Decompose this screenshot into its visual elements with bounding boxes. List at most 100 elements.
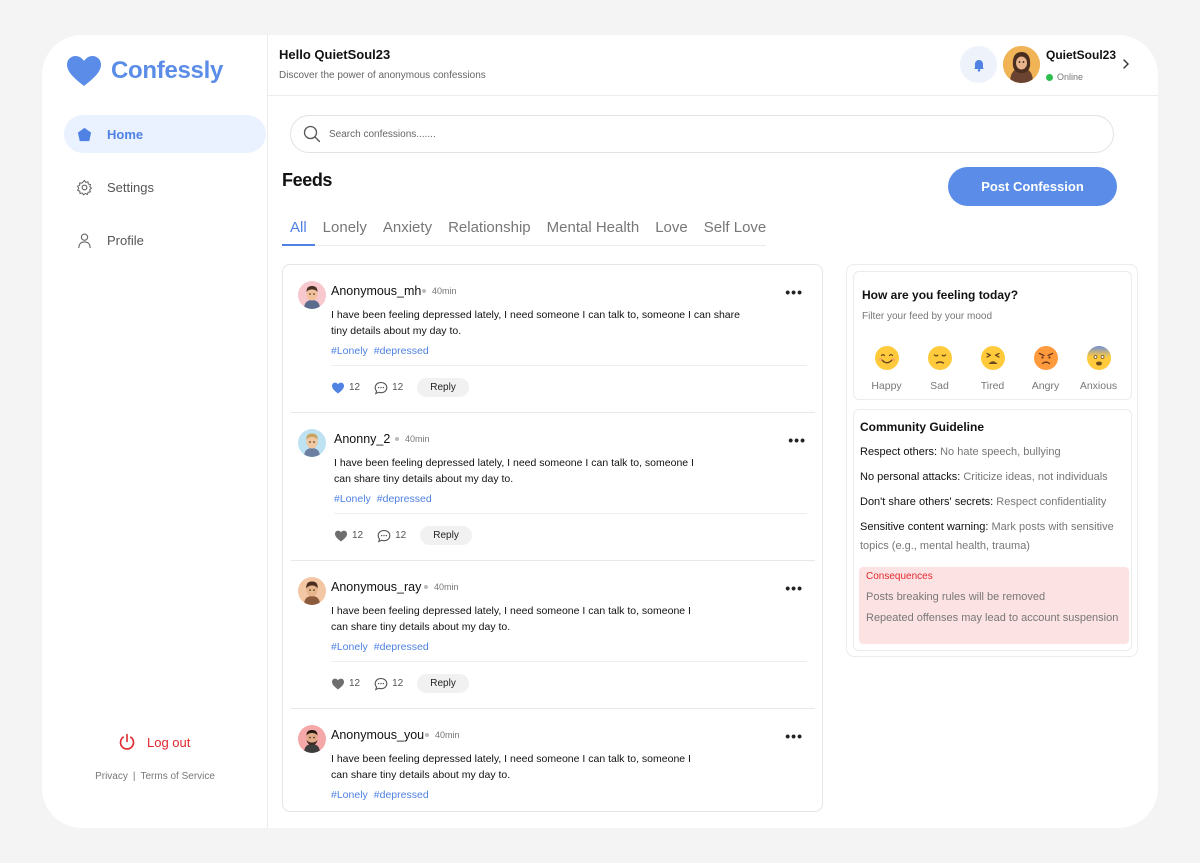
mood-option-happy[interactable]: Happy	[860, 345, 913, 392]
mood-option-sad[interactable]: Sad	[913, 345, 966, 392]
user-status-text: Online	[1057, 72, 1084, 82]
tag-link[interactable]: #Lonely	[331, 641, 368, 653]
more-options-icon[interactable]: •••	[785, 728, 803, 744]
power-icon	[119, 733, 135, 750]
post-text: I have been feeling depressed lately, I …	[331, 605, 691, 633]
brand-logo[interactable]: Confessly	[66, 55, 223, 87]
anxious-emoji-icon	[1086, 346, 1111, 370]
consequences-box: Consequences Posts breaking rules will b…	[859, 567, 1129, 644]
comment-icon[interactable]	[374, 381, 388, 395]
sidebar-item-settings[interactable]: Settings	[64, 168, 266, 206]
tag-link[interactable]: #Lonely	[331, 345, 368, 357]
tag-link[interactable]: #depressed	[377, 493, 432, 505]
tab-love[interactable]: Love	[655, 207, 688, 246]
post-text: I have been feeling depressed lately, I …	[331, 753, 691, 781]
tag-link[interactable]: #Lonely	[334, 493, 371, 505]
post-card: Anonymous_mh 40min ••• I have been feeli…	[291, 265, 815, 413]
category-tabs: All Lonely Anxiety Relationship Mental H…	[282, 207, 766, 246]
post-divider	[331, 365, 807, 366]
chevron-right-icon[interactable]	[1121, 57, 1131, 71]
separator-dot	[395, 437, 399, 441]
top-header: Hello QuietSoul23 Discover the power of …	[268, 35, 1158, 96]
more-options-icon[interactable]: •••	[788, 432, 806, 448]
post-actions: 12 12 Reply	[331, 674, 469, 693]
legal-links: Privacy | Terms of Service	[42, 771, 268, 782]
heart-icon[interactable]	[331, 381, 345, 395]
tab-relationship[interactable]: Relationship	[448, 207, 531, 246]
consequence-item: Posts breaking rules will be removed	[866, 591, 1046, 603]
legal-separator: |	[132, 771, 136, 782]
post-avatar[interactable]	[298, 429, 326, 457]
tag-link[interactable]: #depressed	[374, 641, 429, 653]
reply-button[interactable]: Reply	[420, 526, 472, 545]
logout-button[interactable]: Log out	[118, 733, 190, 751]
sidebar-item-profile[interactable]: Profile	[64, 221, 266, 259]
tag-link[interactable]: #Lonely	[331, 789, 368, 801]
post-avatar[interactable]	[298, 281, 326, 309]
community-guideline-card: Community Guideline Respect others: No h…	[853, 409, 1132, 651]
post-avatar-image	[298, 429, 326, 457]
post-confession-button[interactable]: Post Confession	[948, 167, 1117, 206]
post-divider	[331, 661, 807, 662]
rule-description: Respect confidentiality	[996, 496, 1107, 508]
rule-term: Don't share others' secrets:	[860, 496, 994, 508]
comment-count: 12	[395, 530, 407, 541]
tag-link[interactable]: #depressed	[374, 345, 429, 357]
mood-option-anxious[interactable]: Anxious	[1072, 345, 1125, 392]
heart-icon[interactable]	[331, 677, 345, 691]
search-input[interactable]	[329, 128, 929, 140]
more-options-icon[interactable]: •••	[785, 580, 803, 596]
guideline-rule: Sensitive content warning: Mark posts wi…	[860, 518, 1128, 556]
post-author[interactable]: Anonymous_you	[331, 728, 424, 742]
notification-button[interactable]	[960, 46, 997, 83]
post-text: I have been feeling depressed lately, I …	[334, 457, 694, 485]
privacy-link[interactable]: Privacy	[95, 771, 128, 782]
mood-options: Happy Sad Tired Angry Anxious	[854, 345, 1131, 392]
post-card: Anonymous_you 40min ••• I have been feel…	[291, 709, 815, 811]
post-avatar[interactable]	[298, 725, 326, 753]
happy-emoji-icon	[874, 346, 899, 370]
user-name: QuietSoul23	[1046, 48, 1117, 62]
reply-button[interactable]: Reply	[417, 674, 469, 693]
mood-option-angry[interactable]: Angry	[1019, 345, 1072, 392]
comment-count: 12	[392, 678, 404, 689]
post-avatar[interactable]	[298, 577, 326, 605]
tab-lonely[interactable]: Lonely	[323, 207, 367, 246]
heart-icon[interactable]	[334, 529, 348, 543]
post-tags: #Lonely #depressed	[331, 641, 435, 653]
search-bar[interactable]	[290, 115, 1114, 153]
post-author[interactable]: Anonymous_mh	[331, 284, 421, 298]
mood-label: Anxious	[1079, 380, 1118, 392]
tab-anxiety[interactable]: Anxiety	[383, 207, 432, 246]
post-author[interactable]: Anonymous_ray	[331, 580, 421, 594]
rule-description: No hate speech, bullying	[940, 446, 1061, 458]
tab-mental-health[interactable]: Mental Health	[547, 207, 640, 246]
mood-label: Happy	[871, 380, 902, 392]
mood-option-tired[interactable]: Tired	[966, 345, 1019, 392]
separator-dot	[424, 585, 428, 589]
post-actions: 12 12 Reply	[334, 526, 472, 545]
separator-dot	[425, 733, 429, 737]
feeds-title: Feeds	[282, 170, 333, 190]
separator-dot	[422, 289, 426, 293]
heart-logo-icon	[67, 56, 101, 86]
sidebar-item-label: Profile	[107, 232, 144, 248]
tab-all[interactable]: All	[282, 207, 315, 246]
user-avatar[interactable]	[1003, 46, 1040, 83]
tab-self-love[interactable]: Self Love	[704, 207, 767, 246]
terms-link[interactable]: Terms of Service	[140, 771, 214, 782]
more-options-icon[interactable]: •••	[785, 284, 803, 300]
rule-term: No personal attacks:	[860, 471, 961, 483]
comment-icon[interactable]	[377, 529, 391, 543]
tired-emoji-icon	[980, 346, 1005, 370]
user-icon	[75, 231, 93, 249]
reply-button[interactable]: Reply	[417, 378, 469, 397]
sidebar-item-home[interactable]: Home	[64, 115, 266, 153]
app-window: Confessly Home Settings Profile Log out …	[42, 35, 1158, 828]
consequence-item: Repeated offenses may lead to account su…	[866, 612, 1119, 624]
tag-link[interactable]: #depressed	[374, 789, 429, 801]
mood-label: Sad	[930, 380, 949, 392]
consequences-title: Consequences	[866, 571, 933, 582]
post-author[interactable]: Anonny_2	[334, 432, 390, 446]
comment-icon[interactable]	[374, 677, 388, 691]
